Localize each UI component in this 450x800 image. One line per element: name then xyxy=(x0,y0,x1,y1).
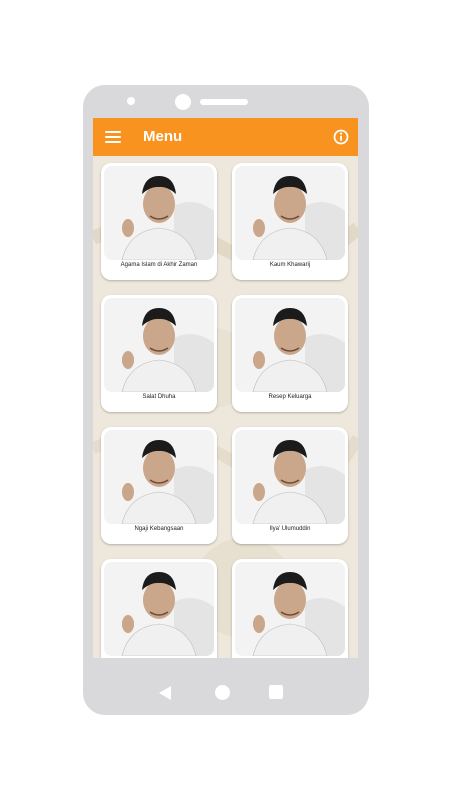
home-circle-icon[interactable] xyxy=(215,685,230,700)
speaker-grille xyxy=(200,99,248,105)
back-triangle-icon[interactable] xyxy=(158,685,172,701)
menu-card[interactable]: Ngaji Kebangsaan xyxy=(101,427,217,544)
app-screen: Menu Agama Islam di Akhir Zaman Kaum Kha… xyxy=(93,118,358,658)
menu-card-label: Kaum Khawarij xyxy=(269,262,311,268)
portrait-image xyxy=(104,562,214,656)
menu-card-label: Salat Dhuha xyxy=(142,394,176,400)
menu-card[interactable] xyxy=(232,559,348,658)
portrait-image xyxy=(235,298,345,392)
menu-card-label: Agama Islam di Akhir Zaman xyxy=(120,262,198,268)
menu-card[interactable] xyxy=(101,559,217,658)
menu-card[interactable]: Kaum Khawarij xyxy=(232,163,348,280)
menu-card[interactable]: Resep Keluarga xyxy=(232,295,348,412)
menu-card-label: Ngaji Kebangsaan xyxy=(134,526,184,532)
portrait-image xyxy=(104,430,214,524)
menu-card-label: Ilya' Ulumuddin xyxy=(269,526,311,532)
menu-card[interactable]: Ilya' Ulumuddin xyxy=(232,427,348,544)
page-title: Menu xyxy=(143,128,183,145)
menu-card[interactable]: Salat Dhuha xyxy=(101,295,217,412)
menu-card[interactable]: Agama Islam di Akhir Zaman xyxy=(101,163,217,280)
portrait-image xyxy=(235,430,345,524)
portrait-image xyxy=(235,166,345,260)
info-icon[interactable] xyxy=(333,129,349,145)
front-camera xyxy=(175,94,191,110)
app-bar: Menu xyxy=(93,118,358,156)
recent-square-icon[interactable] xyxy=(269,685,283,699)
menu-card-label: Resep Keluarga xyxy=(268,394,312,400)
portrait-image xyxy=(104,166,214,260)
portrait-image xyxy=(104,298,214,392)
front-sensor xyxy=(127,97,135,105)
hamburger-icon[interactable] xyxy=(105,131,121,143)
portrait-image xyxy=(235,562,345,656)
